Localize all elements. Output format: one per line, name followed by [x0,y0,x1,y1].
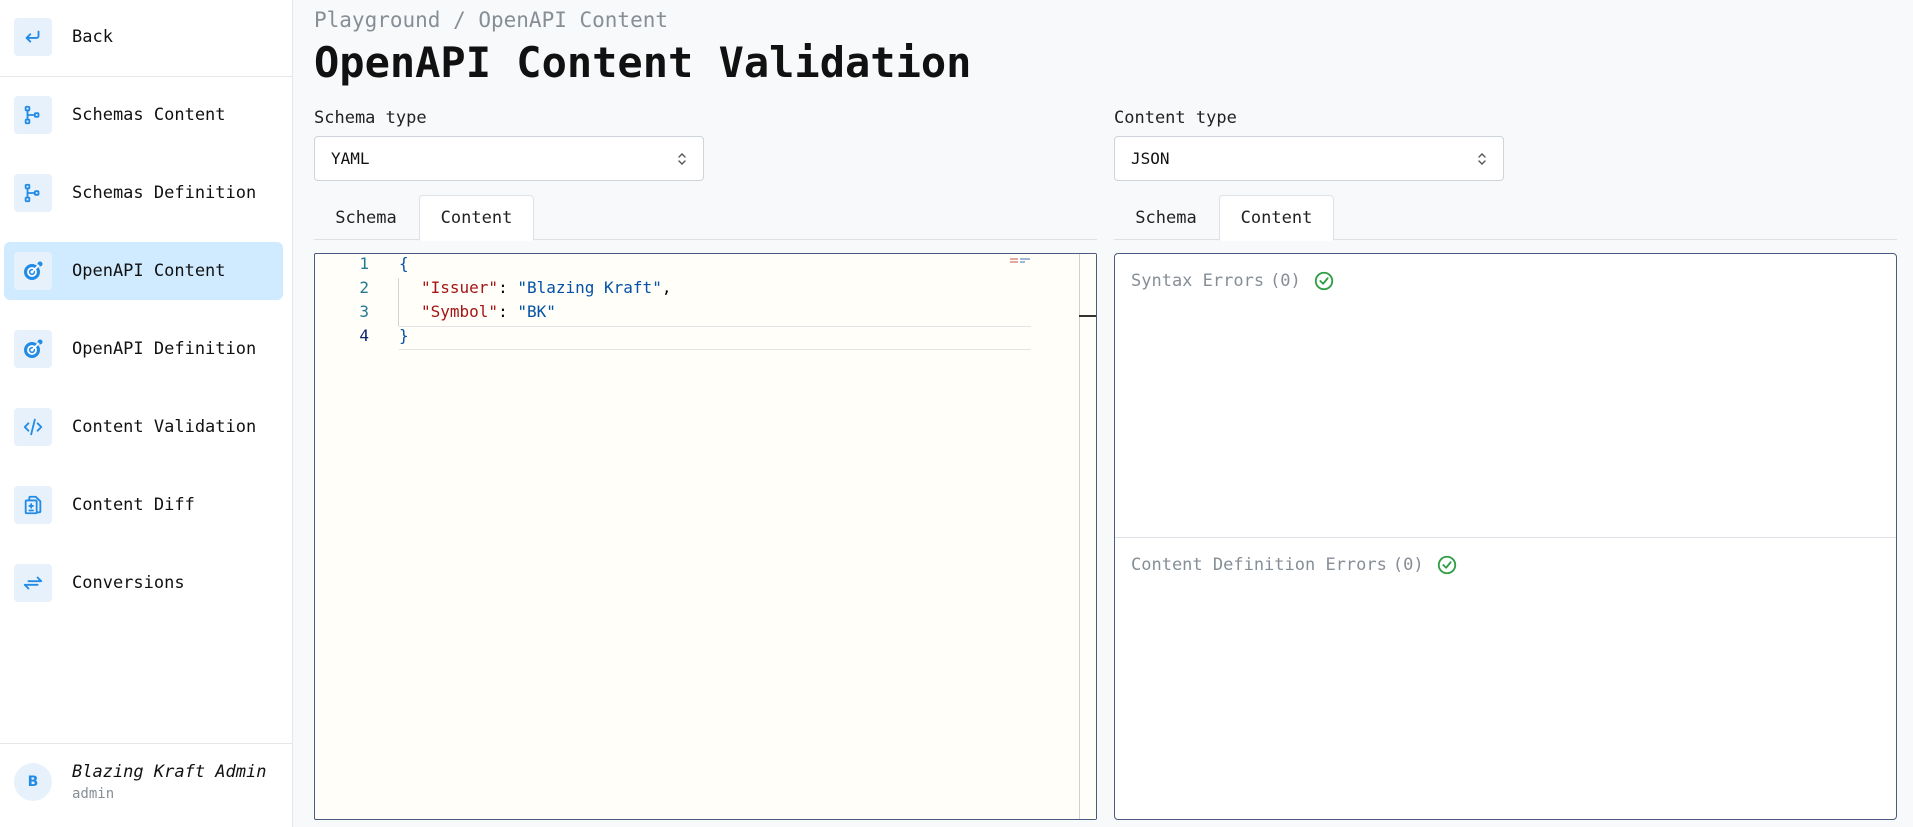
right-tabs: Schema Content [1114,195,1897,241]
openapi-icon [14,330,52,368]
back-button[interactable]: Back [4,8,283,66]
openapi-icon [14,252,52,290]
sidebar-item-openapi-content[interactable]: OpenAPI Content [4,242,283,300]
sidebar-item-conversions[interactable]: Conversions [4,554,283,612]
line-number: 1 [359,254,369,273]
tab-schema[interactable]: Schema [1114,195,1218,241]
sidebar-item-label: Content Validation [72,417,257,437]
avatar: B [14,763,52,801]
errors-panel: Syntax Errors (0) Content Definition Err… [1114,253,1897,820]
json-key: "Symbol" [421,302,499,321]
line-number: 4 [359,326,369,345]
schema-type-value: YAML [331,149,370,168]
code-text: } [399,326,409,345]
code-text: { [399,254,409,273]
line-number: 2 [359,278,369,297]
breadcrumb: Playground / OpenAPI Content [314,8,669,32]
editor-scrollbar[interactable] [1079,254,1096,819]
sidebar-divider [0,76,293,77]
code-line: 3 "Symbol": "BK" [315,302,1096,326]
tab-content[interactable]: Content [1219,195,1334,241]
chevron-updown-icon [1478,153,1486,165]
line-number: 3 [359,302,369,321]
syntax-errors-label: Syntax Errors [1131,271,1265,291]
arrows-exchange-icon [14,564,52,602]
definition-errors-header[interactable]: Content Definition Errors (0) [1131,554,1458,576]
content-type-label: Content type [1114,108,1237,128]
tab-schema[interactable]: Schema [314,195,418,241]
json-value: "Blazing Kraft" [517,278,662,297]
definition-errors-label: Content Definition Errors [1131,555,1387,575]
sidebar-item-schemas-definition[interactable]: Schemas Definition [4,164,283,222]
user-profile[interactable]: B Blazing Kraft Admin admin [14,762,266,802]
cursor-overview-marker [1079,315,1096,317]
content-type-select[interactable]: JSON [1114,136,1504,181]
content-type-value: JSON [1131,149,1170,168]
code-editor[interactable]: 1 { 2 "Issuer": "Blazing Kraft", 3 "Symb… [314,253,1097,820]
syntax-errors-count: (0) [1270,271,1301,291]
sidebar: Back Schemas Content Schemas Definition … [0,0,293,827]
schema-type-select[interactable]: YAML [314,136,704,181]
diff-icon [14,486,52,524]
sidebar-item-label: OpenAPI Definition [72,339,257,359]
sidebar-item-schemas-content[interactable]: Schemas Content [4,86,283,144]
minimap[interactable] [1008,256,1048,264]
sidebar-item-label: OpenAPI Content [72,261,226,281]
sidebar-item-openapi-definition[interactable]: OpenAPI Definition [4,320,283,378]
code-line: 1 { [315,254,1096,278]
definition-errors-count: (0) [1392,555,1424,575]
schema-icon [14,174,52,212]
tab-content[interactable]: Content [419,195,534,241]
chevron-updown-icon [678,153,686,165]
sidebar-item-content-validation[interactable]: Content Validation [4,398,283,456]
page-title: OpenAPI Content Validation [314,38,972,87]
sidebar-item-label: Conversions [72,573,185,593]
back-label: Back [72,27,113,47]
left-tabs: Schema Content [314,195,1097,241]
sidebar-item-label: Schemas Content [72,105,226,125]
user-name: Blazing Kraft Admin [72,762,267,782]
user-role: admin [72,786,115,802]
sidebar-item-content-diff[interactable]: Content Diff [4,476,283,534]
code-line: 4 } [315,326,1096,350]
json-value: "BK" [517,302,556,321]
back-arrow-icon [14,18,52,56]
code-icon [14,408,52,446]
check-circle-icon [1436,554,1458,576]
syntax-errors-header[interactable]: Syntax Errors (0) [1131,270,1335,292]
section-divider [1115,537,1896,538]
code-line: 2 "Issuer": "Blazing Kraft", [315,278,1096,302]
sidebar-divider [0,743,293,744]
json-comma: , [661,278,672,297]
sidebar-item-label: Schemas Definition [72,183,257,203]
sidebar-item-label: Content Diff [72,495,195,515]
json-key: "Issuer" [421,278,499,297]
schema-type-label: Schema type [314,108,427,128]
schema-icon [14,96,52,134]
check-circle-icon [1313,270,1335,292]
